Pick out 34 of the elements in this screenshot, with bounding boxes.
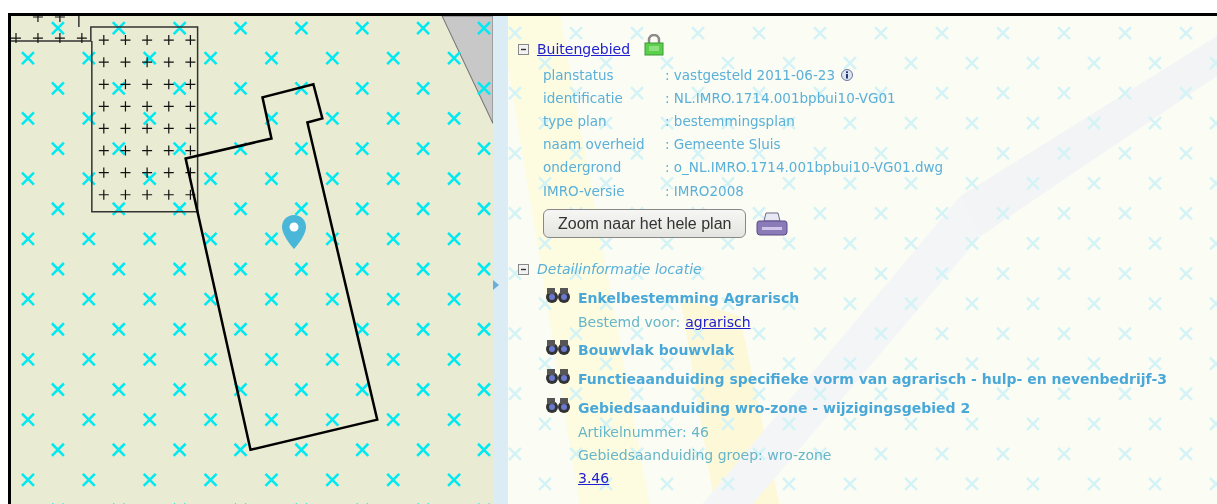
property-label: planstatus	[543, 66, 615, 83]
section-title: Detailinformatie locatie	[537, 261, 702, 278]
binoculars-icon[interactable]	[544, 367, 572, 386]
info-icon[interactable]	[841, 68, 853, 81]
collapse-icon[interactable]	[518, 263, 529, 275]
collapse-icon[interactable]	[518, 43, 529, 55]
item-title: Enkelbestemming Agrarisch	[578, 290, 800, 307]
binoculars-icon[interactable]	[544, 286, 572, 305]
property-value: : IMRO2008	[665, 182, 744, 199]
plan-title-link[interactable]: Buitengebied	[537, 41, 631, 57]
property-value: : vastgesteld 2011-06-23	[665, 66, 835, 83]
detail-text: Gebiedsaanduiding groep: wro-zone	[578, 446, 832, 463]
detail-link[interactable]: agrarisch	[685, 313, 751, 330]
property-label: type plan	[543, 112, 608, 129]
property-value: : Gemeente Sluis	[665, 136, 781, 153]
binoculars-icon[interactable]	[544, 396, 572, 415]
property-label: identificatie	[543, 89, 624, 106]
property-value: : o_NL.IMRO.1714.001bpbui10-VG01.dwg	[665, 159, 944, 176]
item-title: Functieaanduiding specifieke vorm van agrarisch - hulp- en nevenbedrijf-3	[578, 371, 1167, 388]
item-title: Gebiedsaanduiding wro-zone - wijzigingsgebied 2	[578, 400, 971, 417]
detail-text: Bestemd voor:	[578, 313, 681, 330]
location-pin-icon	[281, 214, 307, 250]
detail-link[interactable]: 3.46	[578, 469, 610, 486]
property-label: ondergrond	[543, 159, 623, 176]
zoom-button[interactable]: Zoom naar het hele plan	[543, 209, 747, 239]
printer-icon[interactable]	[756, 210, 789, 237]
property-value: : bestemmingsplan	[665, 112, 795, 129]
item-title: Bouwvlak bouwvlak	[578, 342, 734, 359]
detail-text: Artikelnummer: 46	[578, 423, 709, 440]
property-label: naam overheid	[543, 136, 646, 153]
binoculars-icon[interactable]	[544, 338, 572, 357]
lock-icon	[644, 34, 665, 56]
property-value: : NL.IMRO.1714.001bpbui10-VG01	[665, 89, 896, 106]
property-label: IMRO-versie	[543, 182, 626, 199]
